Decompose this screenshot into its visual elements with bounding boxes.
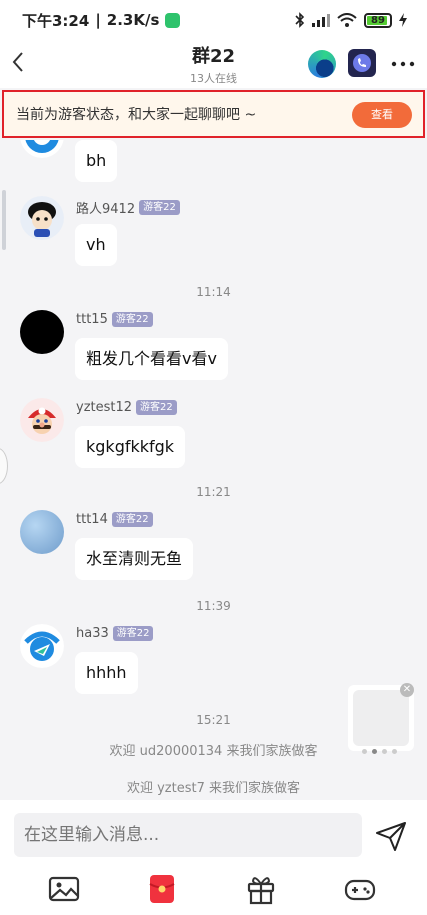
sender-name[interactable]: ttt14 — [76, 512, 108, 527]
chat-header: 群22 13人在线 — [0, 40, 427, 88]
avatar[interactable] — [20, 196, 64, 240]
message-bubble[interactable]: kgkgfkkfgk — [75, 426, 186, 468]
edge-browser-icon[interactable] — [308, 50, 336, 78]
timestamp: 11:14 — [196, 285, 231, 299]
sender-name[interactable]: ttt15 — [76, 312, 108, 327]
avatar[interactable] — [20, 624, 64, 668]
phone-call-icon[interactable] — [348, 49, 376, 77]
close-icon[interactable]: ✕ — [400, 683, 414, 697]
message-bubble[interactable]: hhhh — [75, 652, 138, 694]
status-time: 下午3:24 — [22, 11, 90, 30]
gift-icon[interactable] — [244, 872, 278, 906]
bluetooth-icon — [295, 12, 305, 28]
battery-level: 89 — [371, 14, 385, 26]
sender-line: 路人9412 游客22 — [76, 198, 180, 217]
side-drawer-handle[interactable] — [0, 448, 8, 484]
sender-line: ttt14 游客22 — [76, 512, 153, 527]
sender-name[interactable]: 路人9412 — [76, 198, 135, 217]
message-bubble[interactable]: 粗发几个看看v看v — [75, 338, 228, 380]
avatar[interactable] — [20, 140, 64, 158]
red-packet-icon[interactable] — [145, 872, 179, 906]
charging-icon — [399, 13, 407, 27]
floating-widget-content[interactable] — [353, 690, 409, 746]
guest-badge: 游客22 — [136, 400, 177, 415]
image-icon[interactable] — [47, 872, 81, 906]
system-message: 欢迎 yztest7 来我们家族做客 — [126, 781, 301, 796]
composer — [0, 800, 427, 915]
sender-line: yztest12 游客22 — [76, 400, 177, 415]
guest-banner-text: 当前为游客状态，和大家一起聊聊吧 ~ — [16, 107, 257, 123]
guest-badge: 游客22 — [112, 626, 154, 641]
cellular-signal-icon — [312, 14, 330, 27]
network-speed: 2.3K/s — [106, 11, 160, 29]
guest-badge: 游客22 — [111, 312, 153, 327]
message-bubble[interactable]: 水至清则无鱼 — [75, 538, 194, 580]
message-input[interactable] — [14, 813, 362, 857]
message-bubble[interactable]: vh — [75, 224, 117, 266]
message-bubble[interactable]: bh — [75, 140, 118, 182]
sender-line: ha33 游客22 — [76, 626, 154, 641]
guest-badge: 游客22 — [139, 200, 180, 215]
sender-name[interactable]: ha33 — [76, 626, 109, 641]
avatar[interactable] — [20, 510, 64, 554]
scroll-indicator[interactable] — [2, 190, 6, 250]
guest-banner: 当前为游客状态，和大家一起聊聊吧 ~ 查看 — [2, 90, 425, 138]
sender-line: ttt15 游客22 — [76, 312, 153, 327]
more-dots-icon[interactable] — [391, 60, 415, 68]
battery-icon: 89 — [364, 12, 392, 28]
timestamp: 11:21 — [196, 485, 231, 499]
status-bar: 下午3:24 | 2.3K/s 89 — [0, 0, 427, 40]
timestamp: 11:39 — [196, 599, 231, 613]
wechat-notification-icon — [165, 12, 181, 28]
widget-page-dots — [362, 749, 397, 754]
avatar[interactable] — [20, 310, 64, 354]
guest-badge: 游客22 — [111, 512, 153, 527]
avatar[interactable] — [20, 398, 64, 442]
sender-name[interactable]: yztest12 — [76, 400, 132, 415]
gamepad-icon[interactable] — [343, 872, 377, 906]
send-icon[interactable] — [374, 820, 408, 852]
view-button[interactable]: 查看 — [352, 102, 412, 128]
wifi-icon — [337, 13, 357, 27]
